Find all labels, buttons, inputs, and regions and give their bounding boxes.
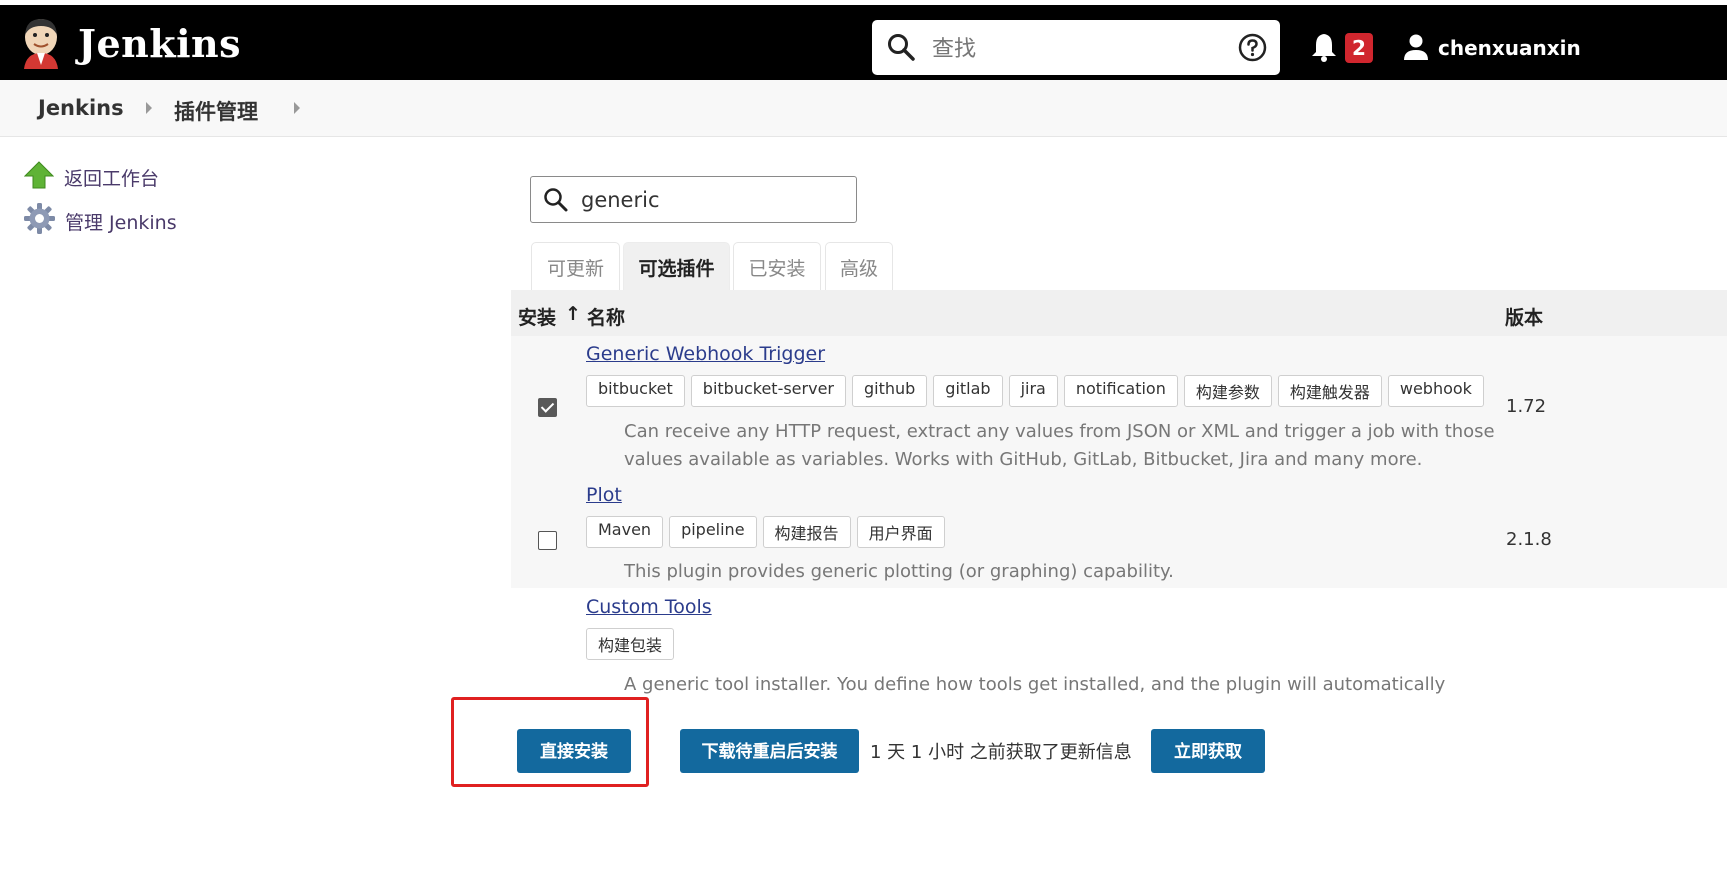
sidebar-item-back-to-dashboard[interactable]: 返回工作台 — [23, 161, 160, 194]
plugin-tags: Maven pipeline 构建报告 用户界面 — [586, 516, 945, 548]
table-row: Plot Maven pipeline 构建报告 用户界面 This plugi… — [511, 484, 1727, 588]
header-install[interactable]: 安装 — [518, 303, 556, 330]
plugin-name-link[interactable]: Generic Webhook Trigger — [586, 343, 825, 365]
help-icon[interactable] — [1238, 33, 1267, 66]
plugin-tag[interactable]: 构建触发器 — [1277, 375, 1382, 407]
jenkins-logo-icon[interactable] — [20, 17, 62, 69]
breadcrumb-item-jenkins[interactable]: Jenkins — [38, 96, 124, 120]
plugin-filter-input[interactable] — [579, 183, 843, 217]
header-version[interactable]: 版本 — [1505, 303, 1543, 330]
plugin-name-link[interactable]: Custom Tools — [586, 596, 712, 618]
search-icon — [542, 186, 569, 217]
plugin-tags: bitbucket bitbucket-server github gitlab… — [586, 375, 1484, 407]
notification-badge[interactable]: 2 — [1345, 33, 1373, 63]
breadcrumb-chevron-icon[interactable] — [294, 102, 300, 114]
top-header: Jenkins 2 chenxuanxin — [0, 5, 1727, 80]
plugin-description: Can receive any HTTP request, extract an… — [624, 421, 1495, 470]
table-row: Custom Tools 构建包装 A generic tool install… — [511, 588, 1727, 696]
plugin-tag[interactable]: Maven — [586, 516, 664, 548]
tab-updates[interactable]: 可更新 — [531, 242, 620, 291]
table-row: Generic Webhook Trigger bitbucket bitbuc… — [511, 336, 1727, 484]
tab-available[interactable]: 可选插件 — [623, 242, 730, 291]
install-after-restart-button[interactable]: 下载待重启后安装 — [680, 729, 859, 773]
plugin-tags: 构建包装 — [586, 628, 675, 660]
table-header: 安装 ↑ 名称 版本 — [511, 290, 1727, 336]
up-arrow-icon — [23, 161, 55, 194]
plugin-description: A generic tool installer. You define how… — [624, 674, 1446, 695]
app-title[interactable]: Jenkins — [78, 21, 241, 66]
plugin-description: This plugin provides generic plotting (o… — [624, 561, 1174, 582]
tab-installed[interactable]: 已安装 — [733, 242, 821, 291]
plugin-version: 2.1.8 — [1506, 529, 1552, 550]
breadcrumb: Jenkins 插件管理 — [0, 80, 1727, 137]
plugin-tag[interactable]: 构建包装 — [586, 628, 675, 660]
user-icon[interactable] — [1403, 33, 1429, 65]
plugin-name-link[interactable]: Plot — [586, 484, 622, 506]
user-name-link[interactable]: chenxuanxin — [1438, 36, 1581, 60]
sort-arrow-icon[interactable]: ↑ — [565, 303, 581, 325]
global-search[interactable] — [872, 20, 1280, 75]
breadcrumb-item-plugin-manager[interactable]: 插件管理 — [174, 96, 258, 126]
plugin-tag[interactable]: 构建参数 — [1183, 375, 1272, 407]
plugin-tag[interactable]: bitbucket — [586, 375, 685, 407]
bell-icon[interactable] — [1310, 32, 1338, 66]
sidebar-item-manage-jenkins[interactable]: 管理 Jenkins — [24, 203, 177, 239]
search-icon — [886, 32, 916, 66]
annotation-highlight-box — [451, 697, 649, 787]
plugin-tag[interactable]: gitlab — [933, 375, 1003, 407]
plugin-filter[interactable] — [530, 176, 857, 223]
plugin-tag[interactable]: github — [851, 375, 928, 407]
plugin-table: 安装 ↑ 名称 版本 Generic Webhook Trigger bitbu… — [511, 290, 1727, 696]
check-now-button[interactable]: 立即获取 — [1151, 729, 1265, 773]
sidebar-item-label: 管理 Jenkins — [65, 211, 177, 234]
plugin-tag[interactable]: notification — [1063, 375, 1178, 407]
plugin-tag[interactable]: bitbucket-server — [690, 375, 846, 407]
breadcrumb-chevron-icon[interactable] — [146, 102, 152, 114]
install-checkbox[interactable] — [538, 398, 557, 417]
tab-advanced[interactable]: 高级 — [825, 242, 893, 291]
update-info-text: 1 天 1 小时 之前获取了更新信息 — [870, 742, 1132, 763]
plugin-tag[interactable]: 用户界面 — [856, 516, 945, 548]
plugin-tag[interactable]: jira — [1008, 375, 1058, 407]
gear-icon — [24, 203, 55, 239]
install-checkbox[interactable] — [538, 531, 557, 550]
plugin-tag[interactable]: 构建报告 — [762, 516, 851, 548]
search-input[interactable] — [930, 30, 1224, 68]
sidebar-item-label: 返回工作台 — [64, 168, 160, 190]
header-name[interactable]: 名称 — [587, 303, 625, 330]
plugin-tag[interactable]: pipeline — [669, 516, 757, 548]
plugin-tag[interactable]: webhook — [1387, 375, 1484, 407]
plugin-version: 1.72 — [1506, 396, 1547, 417]
